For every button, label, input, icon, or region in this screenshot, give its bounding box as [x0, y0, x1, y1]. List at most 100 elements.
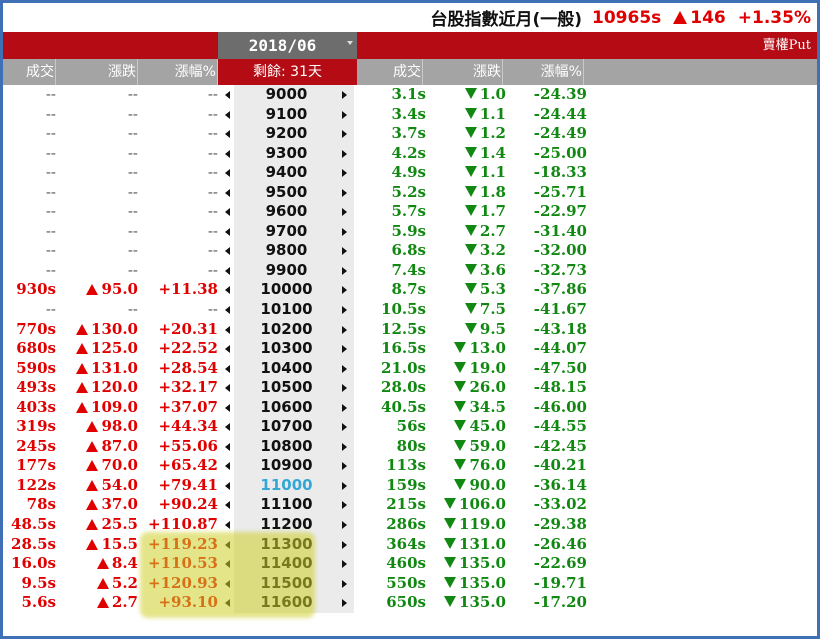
- right-arrow-icon[interactable]: [339, 535, 349, 555]
- right-arrow-icon[interactable]: [339, 437, 349, 457]
- table-row[interactable]: -- -- -- 9000 3.1s 1.0 -24.39: [3, 85, 817, 105]
- left-arrow-icon[interactable]: [222, 320, 232, 340]
- right-arrow-icon[interactable]: [339, 280, 349, 300]
- left-arrow-icon[interactable]: [222, 163, 232, 183]
- right-arrow-icon[interactable]: [339, 476, 349, 496]
- left-arrow-icon[interactable]: [222, 144, 232, 164]
- left-arrow-icon[interactable]: [222, 183, 232, 203]
- left-arrow-icon[interactable]: [222, 593, 232, 613]
- table-row[interactable]: -- -- -- 10100 10.5s 7.5 -41.67: [3, 300, 817, 320]
- table-row[interactable]: 493s 120.0 +32.17 10500 28.0s 26.0 -48.15: [3, 378, 817, 398]
- left-arrow-icon[interactable]: [222, 105, 232, 125]
- right-arrow-icon[interactable]: [339, 183, 349, 203]
- left-arrow-icon[interactable]: [222, 261, 232, 281]
- right-arrow-icon[interactable]: [339, 359, 349, 379]
- table-row[interactable]: 28.5s 15.5 +119.23 11300 364s 131.0 -26.46: [3, 534, 817, 555]
- right-arrow-icon[interactable]: [339, 456, 349, 476]
- left-arrow-icon[interactable]: [222, 222, 232, 242]
- down-arrow-icon: [444, 576, 457, 588]
- right-arrow-icon[interactable]: [339, 515, 349, 535]
- call-change: 95.0: [56, 280, 138, 300]
- left-arrow-icon[interactable]: [222, 495, 232, 515]
- table-row[interactable]: 5.6s 2.7 +93.10 11600 650s 135.0 -17.20: [3, 593, 817, 613]
- right-arrow-icon[interactable]: [339, 241, 349, 261]
- left-arrow-icon[interactable]: [222, 515, 232, 535]
- left-arrow-icon[interactable]: [222, 280, 232, 300]
- table-row[interactable]: -- -- -- 9600 5.7s 1.7 -22.97: [3, 202, 817, 222]
- left-arrow-icon[interactable]: [222, 437, 232, 457]
- table-row[interactable]: 245s 87.0 +55.06 10800 80s 59.0 -42.45: [3, 436, 817, 457]
- left-arrow-icon[interactable]: [222, 241, 232, 261]
- call-col-change-pct[interactable]: 漲幅%: [138, 59, 218, 85]
- right-arrow-icon[interactable]: [339, 144, 349, 164]
- table-row[interactable]: -- -- -- 9700 5.9s 2.7 -31.40: [3, 221, 817, 242]
- right-arrow-icon[interactable]: [339, 85, 349, 105]
- strike-price: 9400: [265, 163, 308, 182]
- put-col-change[interactable]: 漲跌: [423, 59, 503, 85]
- table-row[interactable]: 9.5s 5.2 +120.93 11500 550s 135.0 -19.71: [3, 573, 817, 594]
- left-arrow-icon[interactable]: [222, 124, 232, 144]
- strike-price: 9100: [265, 104, 308, 123]
- right-arrow-icon[interactable]: [339, 222, 349, 242]
- call-change-pct: +120.93: [148, 573, 218, 592]
- right-arrow-icon[interactable]: [339, 124, 349, 144]
- call-change-value: 109.0: [91, 397, 138, 416]
- table-row[interactable]: 930s 95.0 +11.38 10000 8.7s 5.3 -37.86: [3, 280, 817, 301]
- left-arrow-icon[interactable]: [222, 359, 232, 379]
- put-volume: 215s: [386, 495, 426, 514]
- table-row[interactable]: -- -- -- 9100 3.4s 1.1 -24.44: [3, 104, 817, 125]
- table-row[interactable]: 177s 70.0 +65.42 10900 113s 76.0 -40.21: [3, 456, 817, 476]
- table-row[interactable]: 403s 109.0 +37.07 10600 40.5s 34.5 -46.00: [3, 397, 817, 418]
- call-change-pct: --: [207, 221, 218, 240]
- right-arrow-icon[interactable]: [339, 574, 349, 594]
- table-row[interactable]: 590s 131.0 +28.54 10400 21.0s 19.0 -47.50: [3, 358, 817, 379]
- right-arrow-icon[interactable]: [339, 398, 349, 418]
- table-row[interactable]: 78s 37.0 +90.24 11100 215s 106.0 -33.02: [3, 495, 817, 516]
- table-row[interactable]: 319s 98.0 +44.34 10700 56s 45.0 -44.55: [3, 417, 817, 437]
- right-arrow-icon[interactable]: [339, 163, 349, 183]
- left-arrow-icon[interactable]: [222, 398, 232, 418]
- call-change-value: 2.7: [111, 593, 138, 612]
- table-row[interactable]: 16.0s 8.4 +110.53 11400 460s 135.0 -22.69: [3, 554, 817, 574]
- table-row[interactable]: -- -- -- 9900 7.4s 3.6 -32.73: [3, 260, 817, 281]
- table-row[interactable]: 48.5s 25.5 +110.87 11200 286s 119.0 -29.38: [3, 515, 817, 535]
- right-arrow-icon[interactable]: [339, 320, 349, 340]
- right-arrow-icon[interactable]: [339, 300, 349, 320]
- left-arrow-icon[interactable]: [222, 300, 232, 320]
- put-col-volume[interactable]: 成交: [357, 59, 423, 85]
- left-arrow-icon[interactable]: [222, 378, 232, 398]
- right-arrow-icon[interactable]: [339, 378, 349, 398]
- left-arrow-icon[interactable]: [222, 574, 232, 594]
- call-col-change[interactable]: 漲跌: [56, 59, 138, 85]
- table-row[interactable]: -- -- -- 9800 6.8s 3.2 -32.00: [3, 241, 817, 261]
- table-row[interactable]: -- -- -- 9400 4.9s 1.1 -18.33: [3, 163, 817, 183]
- left-arrow-icon[interactable]: [222, 554, 232, 574]
- right-arrow-icon[interactable]: [339, 202, 349, 222]
- table-row[interactable]: -- -- -- 9500 5.2s 1.8 -25.71: [3, 182, 817, 203]
- left-arrow-icon[interactable]: [222, 339, 232, 359]
- put-change: 135.0: [426, 554, 506, 574]
- left-arrow-icon[interactable]: [222, 476, 232, 496]
- left-arrow-icon[interactable]: [222, 417, 232, 437]
- left-arrow-icon[interactable]: [222, 202, 232, 222]
- right-arrow-icon[interactable]: [339, 554, 349, 574]
- table-row[interactable]: 122s 54.0 +79.41 11000 159s 90.0 -36.14: [3, 475, 817, 496]
- right-arrow-icon[interactable]: [339, 593, 349, 613]
- table-row[interactable]: -- -- -- 9300 4.2s 1.4 -25.00: [3, 143, 817, 164]
- right-arrow-icon[interactable]: [339, 417, 349, 437]
- month-selector[interactable]: 2018/06: [218, 32, 357, 59]
- right-arrow-icon[interactable]: [339, 261, 349, 281]
- table-row[interactable]: 680s 125.0 +22.52 10300 16.5s 13.0 -44.07: [3, 339, 817, 359]
- put-change-value: 26.0: [469, 378, 506, 397]
- left-arrow-icon[interactable]: [222, 85, 232, 105]
- left-arrow-icon[interactable]: [222, 535, 232, 555]
- table-row[interactable]: -- -- -- 9200 3.7s 1.2 -24.49: [3, 124, 817, 144]
- right-arrow-icon[interactable]: [339, 105, 349, 125]
- left-arrow-icon[interactable]: [222, 456, 232, 476]
- put-change-value: 90.0: [469, 475, 506, 494]
- call-col-volume[interactable]: 成交: [3, 59, 56, 85]
- right-arrow-icon[interactable]: [339, 339, 349, 359]
- put-col-change-pct[interactable]: 漲幅%: [503, 59, 584, 85]
- table-row[interactable]: 770s 130.0 +20.31 10200 12.5s 9.5 -43.18: [3, 319, 817, 340]
- right-arrow-icon[interactable]: [339, 495, 349, 515]
